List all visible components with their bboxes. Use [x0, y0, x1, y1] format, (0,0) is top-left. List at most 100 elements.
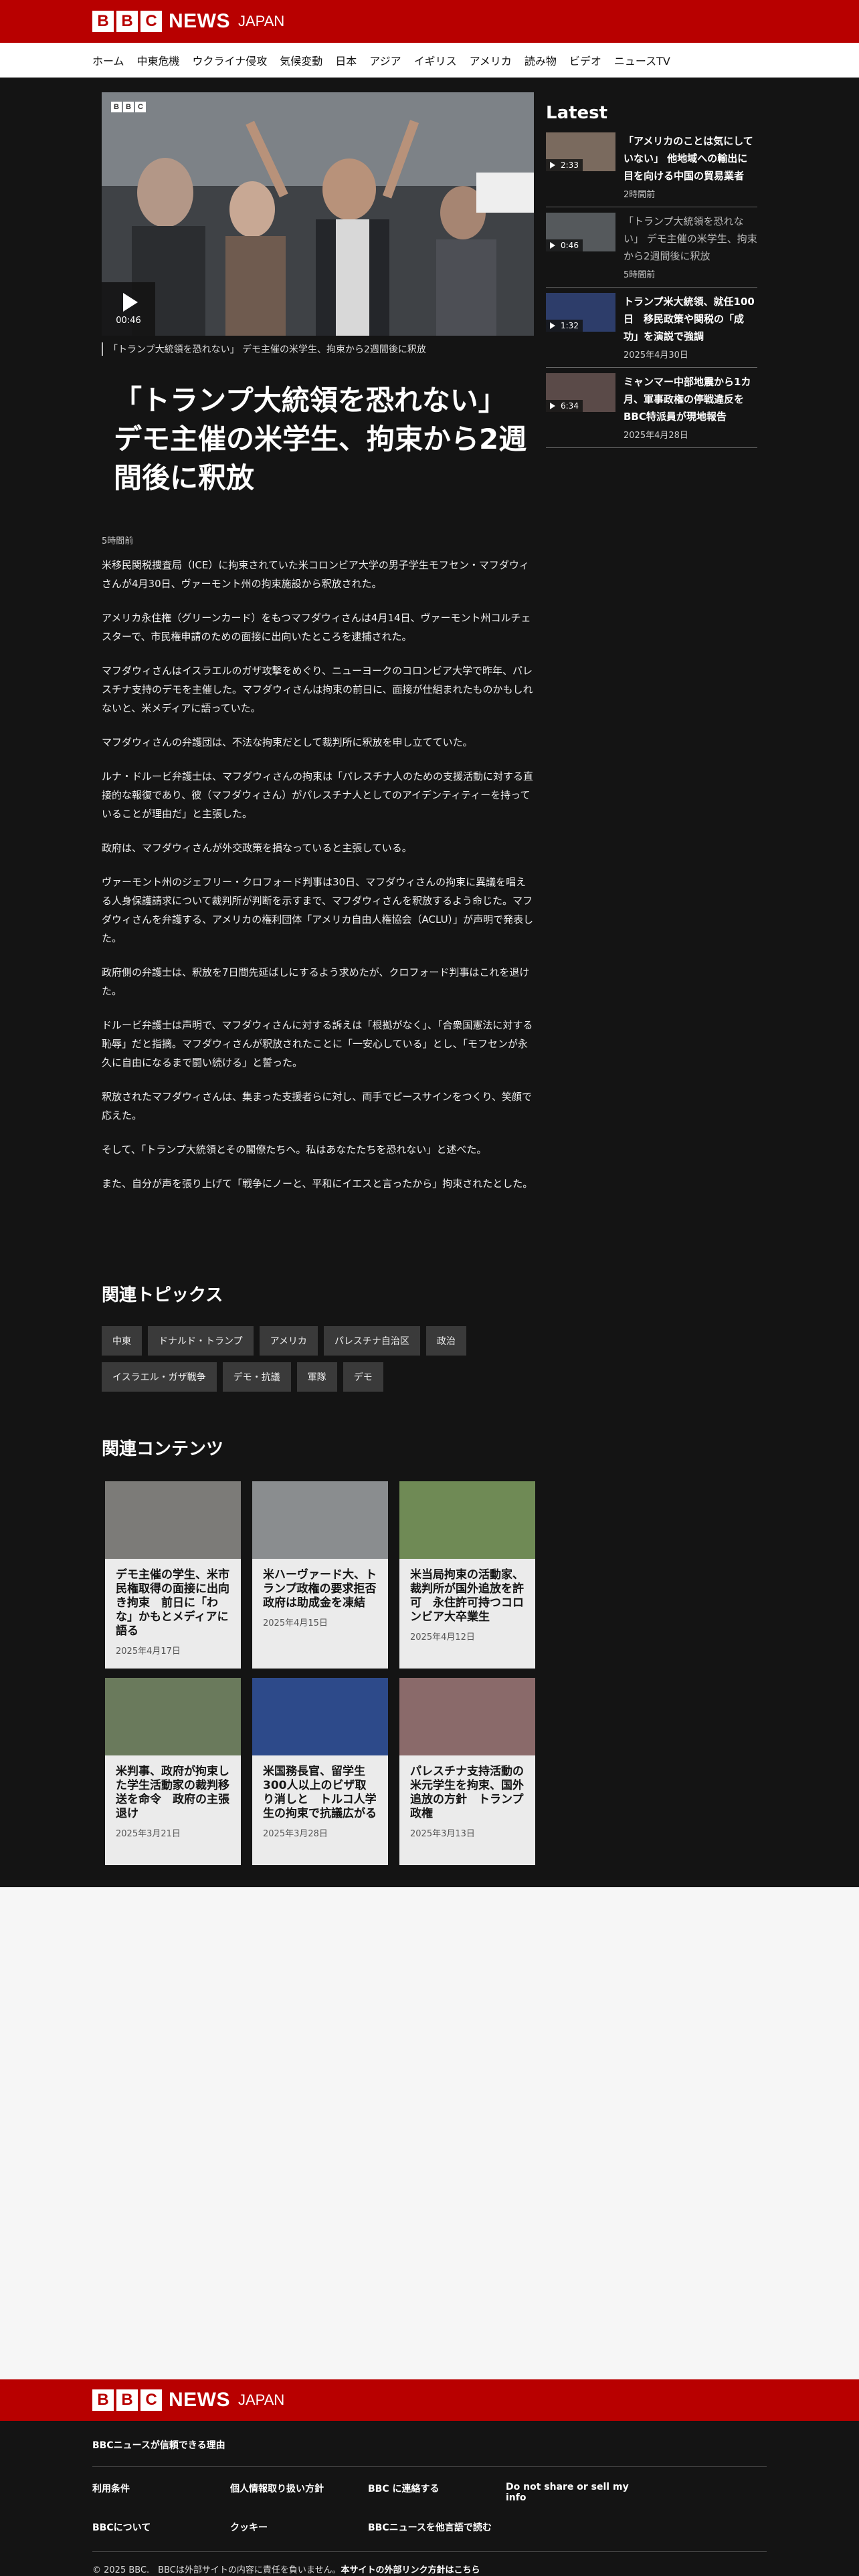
nav-item-japan[interactable]: 日本 — [335, 52, 357, 68]
topic-chip[interactable]: デモ・抗議 — [222, 1362, 291, 1392]
related-topics: 関連トピックス 中東 ドナルド・トランプ アメリカ パレスチナ自治区 政治 イス… — [102, 1281, 534, 1392]
nav-item-us[interactable]: アメリカ — [470, 52, 512, 68]
bbc-letter: B — [92, 11, 114, 32]
logo-japan-text: JAPAN — [238, 13, 285, 29]
nav-item-asia[interactable]: アジア — [369, 52, 401, 68]
related-card[interactable]: 米ハーヴァード大、トランプ政権の要求拒否 政府は助成金を凍結 2025年4月15… — [252, 1481, 388, 1669]
related-topics-title: 関連トピックス — [102, 1285, 223, 1305]
external-link-policy-link[interactable]: 本サイトの外部リンク方針はこちら — [341, 2565, 480, 2575]
nav-item-news-tv[interactable]: ニュースTV — [614, 52, 670, 68]
topic-chip[interactable]: ドナルド・トランプ — [148, 1326, 254, 1356]
play-icon — [123, 292, 138, 312]
related-content: 関連コンテンツ デモ主催の学生、米市民権取得の面接に出向き拘束 前日に「わな」か… — [102, 1435, 537, 1865]
card-image — [399, 1481, 535, 1559]
latest-thumbnail: 6:34 — [546, 373, 615, 412]
footer-link-terms[interactable]: 利用条件 — [92, 2482, 230, 2503]
video-duration: 0:46 — [561, 241, 579, 250]
video-duration: 6:34 — [561, 401, 579, 411]
thumbnail-duration-bar: 0:46 — [546, 239, 583, 251]
latest-date: 2025年4月30日 — [624, 350, 688, 360]
nav-item-climate[interactable]: 気候変動 — [280, 52, 322, 68]
card-date: 2025年4月12日 — [410, 1632, 475, 1642]
video-duration: 2:33 — [561, 160, 579, 170]
nav-item-ukraine[interactable]: ウクライナ侵攻 — [193, 52, 268, 68]
nav-item-home[interactable]: ホーム — [92, 52, 124, 68]
related-card[interactable]: デモ主催の学生、米市民権取得の面接に出向き拘束 前日に「わな」かもとメディアに語… — [105, 1481, 241, 1669]
related-card[interactable]: パレスチナ支持活動の米元学生を拘束、国外追放の方針 トランプ政権 2025年3月… — [399, 1678, 535, 1865]
card-body: 米ハーヴァード大、トランプ政権の要求拒否 政府は助成金を凍結 2025年4月15… — [252, 1559, 388, 1638]
site-footer: BBCニュースが信頼できる理由 利用条件 個人情報取り扱い方針 BBC に連絡す… — [0, 2421, 859, 2576]
article-paragraph: ヴァーモント州のジェフリー・クロフォード判事は30日、マフダウィさんの拘束に異議… — [102, 876, 534, 944]
card-title: 米ハーヴァード大、トランプ政権の要求拒否 政府は助成金を凍結 — [263, 1568, 388, 1610]
topic-chip[interactable]: 中東 — [102, 1326, 142, 1356]
footer-brand-bar: B B C NEWS JAPAN — [0, 2379, 859, 2421]
latest-item[interactable]: 2:33 「アメリカのことは気にしていない」 他地域への輸出に目を向ける中国の貿… — [546, 132, 757, 207]
bbc-blocks: B B C — [92, 11, 162, 32]
latest-item[interactable]: 6:34 ミャンマー中部地震から1カ月、軍事政権の停戦違反をBBC特派員が現地報… — [546, 373, 757, 448]
footer-link-do-not-sell[interactable]: Do not share or sell my info — [506, 2482, 644, 2503]
related-card[interactable]: 米判事、政府が拘束した学生活動家の裁判移送を命令 政府の主張退け 2025年3月… — [105, 1678, 241, 1865]
topic-chip[interactable]: 軍隊 — [296, 1362, 337, 1392]
thumbnail-duration-bar: 1:32 — [546, 320, 583, 332]
latest-thumbnail: 0:46 — [546, 213, 615, 251]
footer-link-contact[interactable]: BBC に連絡する — [368, 2482, 506, 2503]
card-date: 2025年3月21日 — [116, 1829, 181, 1839]
topic-chip[interactable]: アメリカ — [259, 1326, 318, 1356]
play-button[interactable]: 00:46 — [102, 282, 155, 336]
bbc-letter: C — [135, 102, 146, 112]
footer-link-about-bbc[interactable]: BBCについて — [92, 2520, 230, 2534]
card-body: パレスチナ支持活動の米元学生を拘束、国外追放の方針 トランプ政権 2025年3月… — [399, 1755, 535, 1848]
latest-headline: トランプ米大統領、就任100日 移民政策や関税の「成功」を演説で強調 — [624, 296, 755, 342]
article: B B C 00:46 「トランプ大統領を恐れない」 デモ主催の米学生、拘束から… — [102, 92, 534, 1208]
article-paragraph: ドルービ弁護士は声明で、マフダウィさんに対する訴えは「根拠がなく」、「合衆国憲法… — [102, 1019, 533, 1069]
topic-chip[interactable]: デモ — [343, 1362, 383, 1392]
card-body: 米当局拘束の活動家、裁判所が国外追放を許可 永住許可持つコロンビア大卒業生 20… — [399, 1559, 535, 1652]
topic-chip[interactable]: パレスチナ自治区 — [323, 1326, 420, 1356]
nav-item-uk[interactable]: イギリス — [414, 52, 457, 68]
nav-item-features[interactable]: 読み物 — [524, 52, 557, 68]
latest-date: 5時間前 — [624, 270, 656, 280]
article-body: 米移民関税捜査局（ICE）に拘束されていた米コロンビア大学の男子学生モフセン・マ… — [102, 556, 534, 1193]
footer-link-other-languages[interactable]: BBCニュースを他言語で読む — [368, 2520, 506, 2534]
footer-link-cookies[interactable]: クッキー — [230, 2520, 368, 2534]
latest-sidebar: Latest 2:33 「アメリカのことは気にしていない」 他地域への輸出に目を… — [546, 103, 757, 453]
site-header: B B C NEWS JAPAN — [0, 0, 859, 43]
bbc-blocks: B B C — [92, 2389, 162, 2411]
main-content: B B C 00:46 「トランプ大統領を恐れない」 デモ主催の米学生、拘束から… — [0, 78, 859, 1887]
article-paragraph: 釈放されたマフダウィさんは、集まった支援者らに対し、両手でピースサインをつくり、… — [102, 1091, 533, 1121]
related-card[interactable]: 米国務長官、留学生300人以上のビザ取り消しと トルコ人学生の拘束で抗議広がる … — [252, 1678, 388, 1865]
card-title: 米判事、政府が拘束した学生活動家の裁判移送を命令 政府の主張退け — [116, 1765, 229, 1820]
thumbnail-duration-bar: 2:33 — [546, 159, 583, 171]
video-duration: 00:46 — [116, 315, 141, 326]
footer-trust-link[interactable]: BBCニュースが信頼できる理由 — [92, 2438, 767, 2467]
card-title: 米当局拘束の活動家、裁判所が国外追放を許可 永住許可持つコロンビア大卒業生 — [410, 1568, 524, 1624]
card-body: 米国務長官、留学生300人以上のビザ取り消しと トルコ人学生の拘束で抗議広がる … — [252, 1755, 388, 1848]
latest-text: 「アメリカのことは気にしていない」 他地域への輸出に目を向ける中国の貿易業者 2… — [624, 132, 757, 200]
related-content-title: 関連コンテンツ — [102, 1439, 224, 1459]
topic-chip[interactable]: 政治 — [425, 1326, 466, 1356]
footer-link-privacy[interactable]: 個人情報取り扱い方針 — [230, 2482, 368, 2503]
footer-bbc-news-japan-logo[interactable]: B B C NEWS JAPAN — [92, 2389, 284, 2411]
bbc-letter: B — [123, 102, 134, 112]
card-title: デモ主催の学生、米市民権取得の面接に出向き拘束 前日に「わな」かもとメディアに語… — [116, 1568, 229, 1638]
article-paragraph: アメリカ永住権（グリーンカード）をもつマフダウィさんは4月14日、ヴァーモント州… — [102, 612, 531, 643]
article-paragraph: そして、「トランプ大統領とその閣僚たちへ。私はあなたたちを恐れない」と述べた。 — [102, 1144, 487, 1156]
latest-item[interactable]: 1:32 トランプ米大統領、就任100日 移民政策や関税の「成功」を演説で強調 … — [546, 293, 757, 368]
nav-item-middle-east-crisis[interactable]: 中東危機 — [137, 52, 180, 68]
topic-chip[interactable]: イスラエル・ガザ戦争 — [102, 1362, 217, 1392]
latest-item[interactable]: 0:46 「トランプ大統領を恐れない」 デモ主催の米学生、拘束から2週間後に釈放… — [546, 213, 757, 288]
latest-headline: 「アメリカのことは気にしていない」 他地域への輸出に目を向ける中国の貿易業者 — [624, 135, 753, 182]
nav-item-video[interactable]: ビデオ — [569, 52, 601, 68]
bbc-news-japan-logo[interactable]: B B C NEWS JAPAN — [92, 10, 284, 33]
related-card[interactable]: 米当局拘束の活動家、裁判所が国外追放を許可 永住許可持つコロンビア大卒業生 20… — [399, 1481, 535, 1669]
bbc-letter: B — [111, 102, 122, 112]
video-player[interactable]: B B C 00:46 — [102, 92, 534, 336]
card-date: 2025年3月13日 — [410, 1829, 475, 1839]
video-duration: 1:32 — [561, 321, 579, 330]
latest-title: Latest — [546, 103, 608, 123]
main-nav: ホーム 中東危機 ウクライナ侵攻 気候変動 日本 アジア イギリス アメリカ 読… — [0, 43, 859, 78]
article-paragraph: また、自分が声を張り上げて「戦争にノーと、平和にイエスと言ったから」拘束されたと… — [102, 1178, 533, 1190]
latest-thumbnail: 2:33 — [546, 132, 615, 171]
card-date: 2025年3月28日 — [263, 1829, 328, 1839]
thumbnail-duration-bar: 6:34 — [546, 400, 583, 412]
